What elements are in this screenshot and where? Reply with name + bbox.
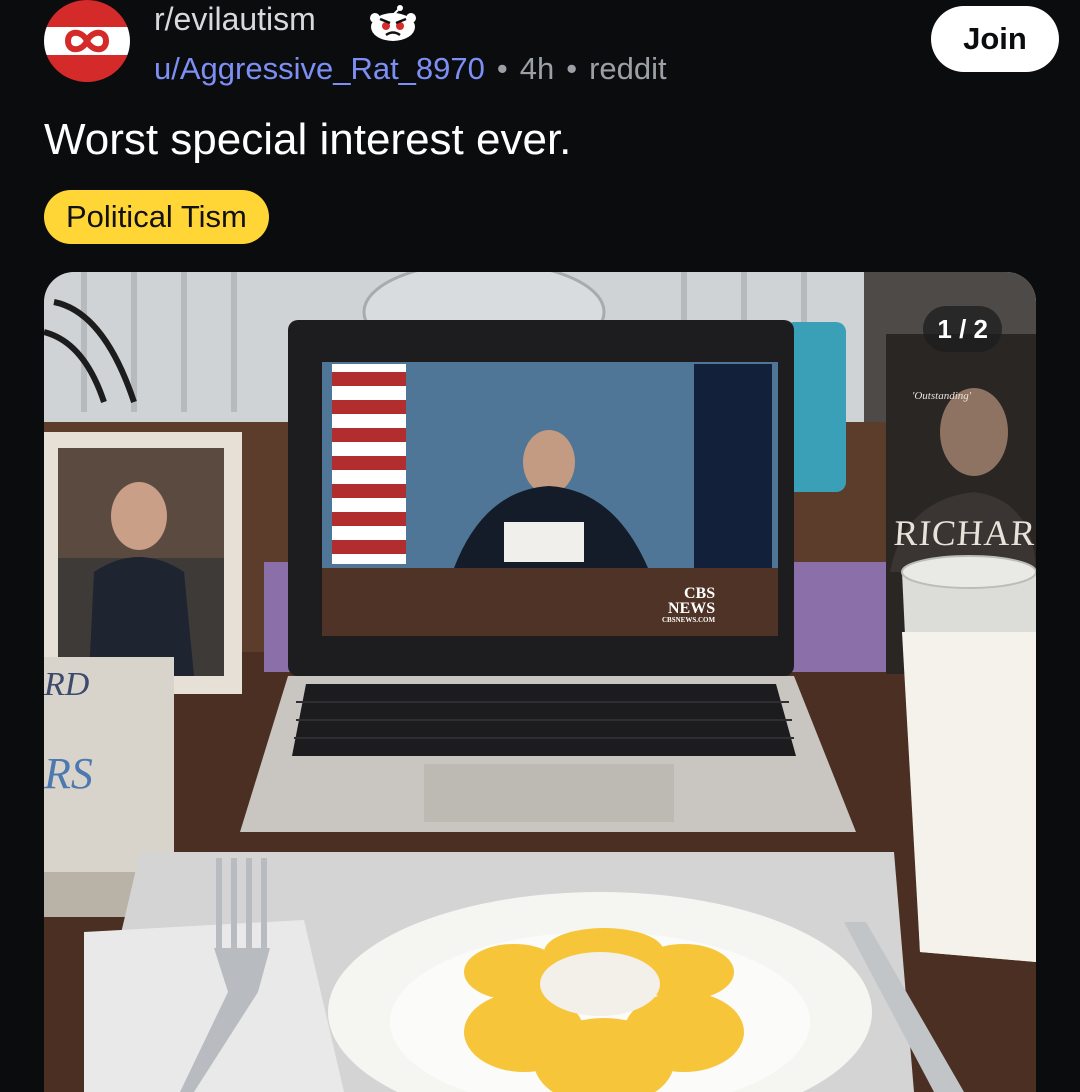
author-link[interactable]: u/Aggressive_Rat_8970: [154, 51, 485, 86]
post-meta: u/Aggressive_Rat_8970 • 4h • reddit: [154, 50, 667, 88]
book-cover-title: RICHAR: [892, 513, 1036, 553]
subreddit-avatar[interactable]: [44, 0, 130, 82]
subreddit-name[interactable]: r/evilautism: [154, 0, 316, 38]
cbs-logo-line1: CBS: [683, 585, 716, 602]
infinity-icon: [64, 29, 110, 53]
post-header: r/evilautism u/Aggressive_Rat_8970 • 4h • re…: [0, 0, 1080, 100]
cbs-news-logo: CBS NEWS CBSNEWS.COM: [662, 585, 716, 625]
cbs-logo-line2: NEWS: [667, 600, 716, 617]
left-book-text-2: RS: [44, 749, 93, 798]
angry-snoo-icon: [366, 4, 420, 44]
image-counter: 1 / 2: [923, 306, 1002, 352]
post-title[interactable]: Worst special interest ever.: [44, 112, 571, 168]
photo-illustration: [44, 272, 1036, 1092]
left-book-text-1: RD: [44, 666, 90, 703]
meta-separator: •: [496, 51, 508, 86]
meta-separator: •: [566, 51, 578, 86]
book-tagline: 'Outstanding': [912, 390, 972, 402]
post-image[interactable]: CBS NEWS CBSNEWS.COM 'Outstanding' RICHA…: [44, 272, 1036, 1092]
post-source: reddit: [589, 51, 667, 86]
post-flair[interactable]: Political Tism: [44, 190, 269, 244]
join-button[interactable]: Join: [931, 6, 1059, 72]
cbs-logo-line3: CBSNEWS.COM: [662, 616, 716, 624]
post-age: 4h: [519, 51, 555, 86]
